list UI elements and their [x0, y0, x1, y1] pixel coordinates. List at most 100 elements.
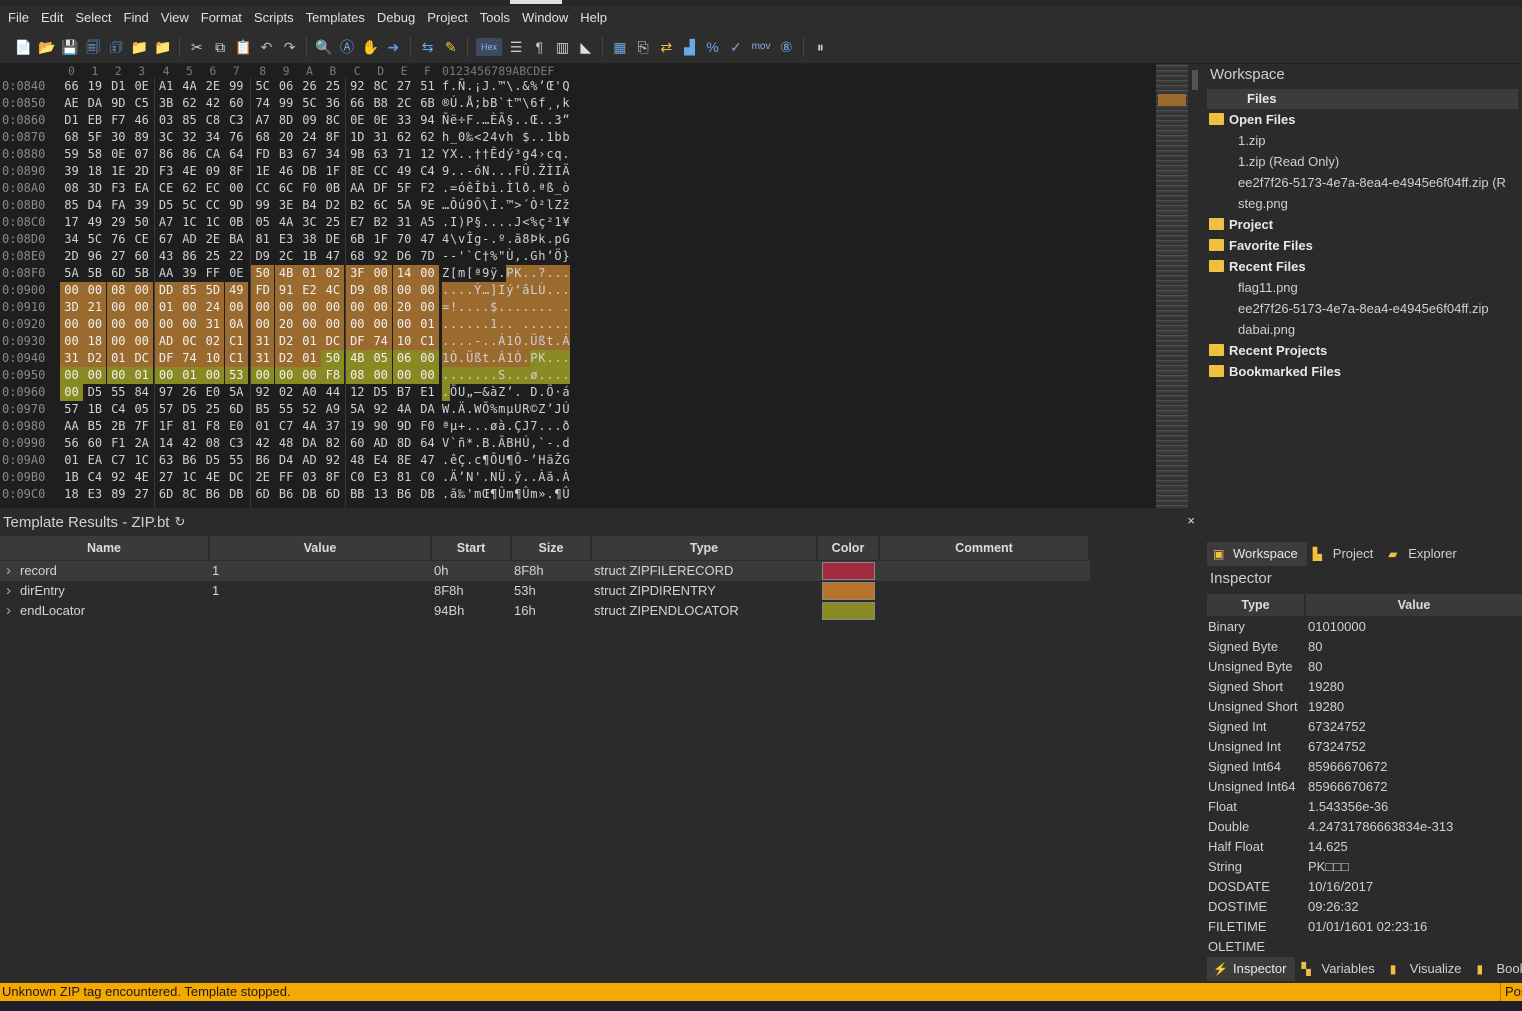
hex-byte[interactable]: 25 [321, 78, 344, 95]
hex-byte[interactable]: 18 [83, 333, 107, 350]
hex-byte[interactable]: 31 [201, 316, 225, 333]
hex-byte[interactable]: 5B [130, 265, 153, 282]
hex-byte[interactable]: 08 [345, 367, 369, 384]
hex-byte[interactable]: 00 [369, 316, 393, 333]
hex-byte[interactable]: 00 [416, 367, 439, 384]
hex-byte[interactable]: 74 [178, 350, 201, 367]
hex-byte[interactable]: F8 [201, 418, 224, 435]
save-as-icon[interactable]: 🗐 [84, 38, 102, 56]
hex-byte[interactable]: D5 [178, 401, 201, 418]
hex-byte[interactable]: 0E [369, 112, 392, 129]
undo-icon[interactable]: ↶ [257, 38, 275, 56]
hex-byte[interactable]: 55 [275, 401, 298, 418]
inspector-row[interactable]: Signed Byte 80 [1208, 637, 1518, 657]
workspace-folder[interactable]: Recent Projects [1203, 340, 1522, 361]
redo-icon[interactable]: ↷ [281, 38, 299, 56]
hex-byte[interactable]: D5 [369, 384, 392, 401]
hex-byte[interactable]: 5A [393, 197, 416, 214]
hex-byte[interactable]: D6 [393, 248, 416, 265]
hex-byte[interactable]: 2D [60, 248, 83, 265]
hex-byte[interactable]: 85 [178, 282, 201, 299]
close-icon[interactable]: × [1187, 513, 1195, 528]
hex-byte[interactable]: 96 [83, 248, 106, 265]
hex-text[interactable]: 4\vÎg-.º.ã8Þk.pG [442, 231, 570, 248]
hex-byte[interactable]: 10 [392, 333, 416, 350]
hex-byte[interactable]: E4 [369, 452, 392, 469]
hex-byte[interactable]: 6D [225, 401, 248, 418]
hex-byte[interactable]: E7 [346, 214, 369, 231]
hex-byte[interactable]: 92 [321, 452, 344, 469]
inspector-row[interactable]: FILETIME 01/01/1601 02:23:16 [1208, 917, 1518, 937]
hex-byte[interactable]: D5 [155, 197, 178, 214]
hex-byte[interactable]: C4 [416, 163, 439, 180]
hex-byte[interactable]: BB [346, 486, 369, 503]
hex-byte[interactable]: 47 [416, 231, 439, 248]
hex-byte[interactable]: 08 [369, 282, 393, 299]
hex-byte[interactable]: 7D [416, 248, 439, 265]
hex-byte[interactable]: 51 [416, 78, 439, 95]
hex-byte[interactable]: 00 [106, 316, 130, 333]
hex-byte[interactable]: 00 [130, 333, 154, 350]
menu-templates[interactable]: Templates [300, 7, 371, 29]
inspector-value[interactable]: PK□□□ [1308, 857, 1349, 877]
hex-byte[interactable]: 00 [106, 333, 130, 350]
hex-byte[interactable]: 44 [321, 384, 344, 401]
hex-byte[interactable]: 2E [201, 231, 224, 248]
tab-visualize[interactable]: ▮ Visualize [1384, 957, 1471, 981]
hex-byte[interactable]: C7 [107, 452, 130, 469]
hex-byte[interactable]: 81 [178, 418, 201, 435]
hex-byte[interactable]: 60 [346, 435, 369, 452]
inspector-value[interactable]: 67324752 [1308, 717, 1366, 737]
hex-byte[interactable]: 6D [107, 265, 130, 282]
hex-byte[interactable]: 2E [251, 469, 274, 486]
hex-byte[interactable]: 8E [393, 452, 416, 469]
hex-byte[interactable]: 47 [416, 452, 439, 469]
hex-byte[interactable]: 00 [345, 316, 369, 333]
hex-byte[interactable]: 50 [130, 214, 153, 231]
hex-text[interactable]: W.Ä.WÕ%mµUR©Z’JÚ [442, 401, 570, 418]
inspector-row[interactable]: OLETIME [1208, 937, 1518, 957]
hex-byte[interactable]: 3F [345, 265, 369, 282]
hex-byte[interactable]: 63 [369, 146, 392, 163]
hex-byte[interactable]: 53 [224, 367, 248, 384]
hex-byte[interactable]: 6B [346, 231, 369, 248]
hex-byte[interactable]: 3B [155, 95, 178, 112]
hex-byte[interactable]: 6C [369, 197, 392, 214]
hex-byte[interactable]: 19 [83, 78, 106, 95]
hex-byte[interactable]: 9D [393, 418, 416, 435]
hex-byte[interactable]: 1C [201, 214, 224, 231]
hex-byte[interactable]: 52 [298, 401, 321, 418]
hex-byte[interactable]: BA [225, 231, 248, 248]
hex-byte[interactable]: 18 [83, 163, 106, 180]
hex-byte[interactable]: 90 [369, 418, 392, 435]
hex-byte[interactable]: 0A [224, 316, 248, 333]
hex-byte[interactable]: 00 [178, 316, 201, 333]
hex-byte[interactable]: 4E [130, 469, 153, 486]
hex-byte[interactable]: 5F [393, 180, 416, 197]
hex-byte[interactable]: 3E [275, 197, 298, 214]
workspace-file[interactable]: ee2f7f26-5173-4e7a-8ea4-e4945e6f04ff.zip… [1203, 172, 1522, 193]
hex-byte[interactable]: 62 [393, 129, 416, 146]
hex-byte[interactable]: DC [130, 350, 154, 367]
hex-byte[interactable]: 01 [178, 367, 201, 384]
hex-byte[interactable]: 00 [416, 282, 439, 299]
workspace-folder[interactable]: Bookmarked Files [1203, 361, 1522, 382]
hex-byte[interactable]: 91 [274, 282, 298, 299]
copy-icon[interactable]: ⧉ [211, 38, 229, 56]
inspector-row[interactable]: Binary 01010000 [1208, 617, 1518, 637]
hex-byte[interactable]: 5C [298, 95, 321, 112]
tab-explorer[interactable]: ▰ Explorer [1382, 542, 1465, 566]
hex-byte[interactable]: 8C [321, 112, 344, 129]
hex-byte[interactable]: 06 [392, 350, 416, 367]
workspace-folder[interactable]: Recent Files [1203, 256, 1522, 277]
hex-byte[interactable]: 00 [83, 282, 107, 299]
hex-byte[interactable]: EA [83, 452, 106, 469]
hex-byte[interactable]: 01 [154, 299, 178, 316]
hex-byte[interactable]: 12 [416, 146, 439, 163]
inspector-row[interactable]: Float 1.543356e-36 [1208, 797, 1518, 817]
mov-button[interactable]: mov [750, 38, 772, 56]
hex-byte[interactable]: 01 [298, 265, 321, 282]
hex-byte[interactable]: 43 [155, 248, 178, 265]
hex-byte[interactable]: 74 [251, 95, 274, 112]
hex-byte[interactable]: F7 [107, 112, 130, 129]
